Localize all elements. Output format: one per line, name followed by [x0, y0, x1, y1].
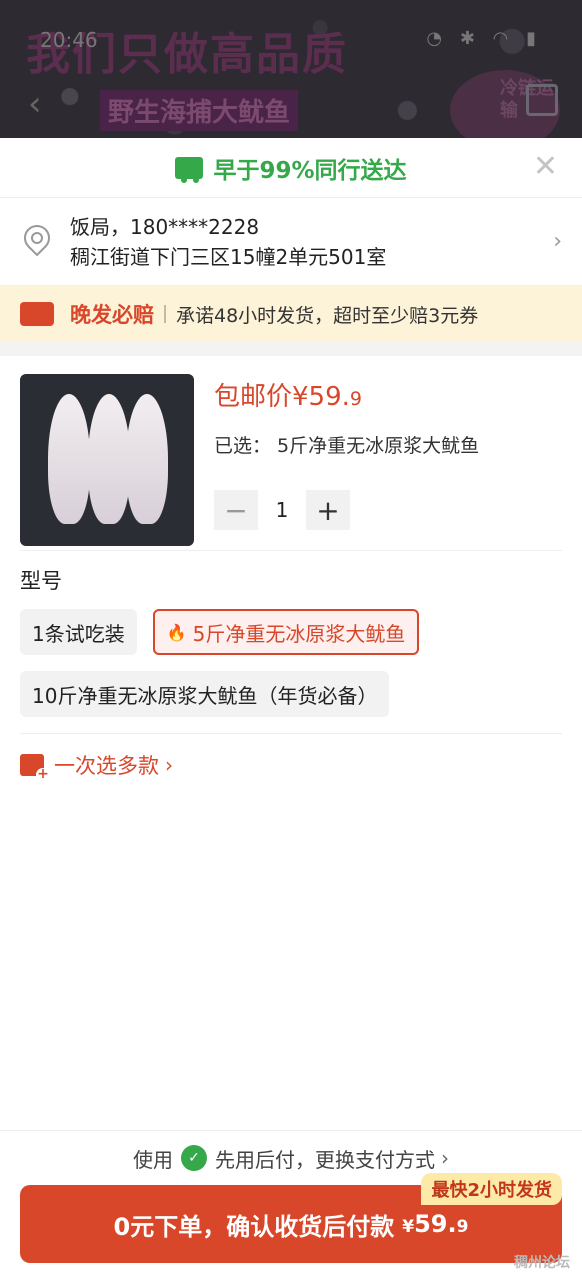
promise-divider — [164, 305, 166, 323]
increment-button[interactable]: + — [306, 490, 350, 530]
selected-spec: 已选： 5斤净重无冰原浆大鱿鱼 — [214, 435, 480, 457]
spec-option-10jin[interactable]: 10斤净重无冰原浆大鱿鱼（年货必备） — [20, 671, 390, 717]
cta-label: 0元下单，确认收货后付款 — [113, 1212, 395, 1241]
location-pin-icon — [20, 225, 50, 259]
forum-watermark: 稠州论坛 — [514, 1255, 570, 1271]
late-compensation-bar: 晚发必赔 承诺48小时发货，超时至少赔3元券 — [0, 286, 582, 342]
product-banner: 我们只做高品质 野生海捕大鱿鱼 20:46 ◔ ✱ ◠ ▮ ‹ 冷链运输 — [0, 0, 582, 138]
checkout-bar: 使用 ✓ 先用后付，更换支付方式 › 0元下单，确认收货后付款 ¥59.9 最快… — [0, 1130, 582, 1280]
cta-price: ¥59.9 — [402, 1210, 468, 1238]
share-icon[interactable] — [526, 84, 558, 116]
address-detail: 稠江街道下门三区15幢2单元501室 — [70, 244, 387, 269]
squid-image — [48, 394, 90, 524]
multi-select-label: 一次选多款 — [54, 754, 159, 778]
cta-yen: ¥ — [402, 1217, 415, 1237]
fast-shipping-tag: 最快2小时发货 — [421, 1173, 562, 1205]
cta-price-decimal: 9 — [456, 1217, 469, 1237]
spec-options: 1条试吃装 🔥 5斤净重无冰原浆大鱿鱼 10斤净重无冰原浆大鱿鱼（年货必备） — [0, 605, 582, 733]
spec-option-label: 5斤净重无冰原浆大鱿鱼 — [192, 621, 406, 646]
truck-icon — [175, 156, 204, 183]
spec-option-5jin[interactable]: 🔥 5斤净重无冰原浆大鱿鱼 — [152, 609, 420, 655]
status-icons: ◔ ✱ ◠ ▮ — [426, 28, 542, 49]
chevron-right-icon: › — [553, 229, 562, 254]
fire-icon: 🔥 — [166, 622, 187, 642]
section-gap — [0, 342, 582, 356]
payment-text: 先用后付，更换支付方式 — [215, 1147, 435, 1172]
address-row[interactable]: 饭局，180****2228 稠江街道下门三区15幢2单元501室 › — [0, 198, 582, 286]
quantity-value[interactable]: 1 — [258, 498, 306, 522]
squid-image — [126, 394, 168, 524]
chevron-right-icon: › — [165, 753, 173, 777]
sku-sheet: 早于99%同行送达 ✕ 饭局，180****2228 稠江街道下门三区15幢2单… — [0, 138, 582, 1280]
product-price: 包邮价¥59.9 — [214, 376, 562, 413]
multi-select-link[interactable]: 一次选多款 › — [0, 734, 582, 796]
product-thumbnail[interactable] — [20, 374, 194, 546]
delivery-text: 早于99%同行送达 — [213, 157, 407, 184]
status-time: 20:46 — [40, 28, 98, 52]
back-icon[interactable]: ‹ — [28, 84, 42, 124]
spec-title: 型号 — [20, 569, 62, 593]
pay-later-badge-icon: ✓ — [181, 1145, 207, 1171]
place-order-button[interactable]: 0元下单，确认收货后付款 ¥59.9 最快2小时发货 — [20, 1173, 562, 1263]
decrement-button[interactable]: − — [214, 490, 258, 530]
product-summary: 包邮价¥59.9 已选： 5斤净重无冰原浆大鱿鱼 − 1 + — [0, 356, 582, 550]
chevron-right-icon: › — [441, 1146, 449, 1170]
price-main: 包邮价¥59. — [214, 382, 350, 412]
fast-truck-icon — [20, 302, 54, 326]
bag-add-icon — [20, 754, 50, 782]
address-contact: 饭局，180****2228 — [70, 214, 260, 239]
close-icon[interactable]: ✕ — [533, 152, 558, 182]
spec-option-label: 1条试吃装 — [32, 621, 125, 646]
spec-option-label: 10斤净重无冰原浆大鱿鱼（年货必备） — [32, 683, 378, 708]
product-info: 包邮价¥59.9 已选： 5斤净重无冰原浆大鱿鱼 − 1 + — [214, 374, 562, 530]
cta-price-main: 59. — [414, 1210, 457, 1238]
spec-option-trial[interactable]: 1条试吃装 — [20, 609, 137, 655]
payment-prefix: 使用 — [133, 1147, 173, 1172]
banner-subline: 野生海捕大鱿鱼 — [100, 90, 299, 131]
price-decimal: 9 — [349, 388, 362, 410]
promise-text: 承诺48小时发货，超时至少赔3元券 — [176, 304, 479, 327]
squid-image — [88, 394, 130, 524]
delivery-header: 早于99%同行送达 ✕ — [0, 138, 582, 198]
quantity-stepper: − 1 + — [214, 490, 350, 530]
promise-title: 晚发必赔 — [70, 303, 154, 327]
address-lines: 饭局，180****2228 稠江街道下门三区15幢2单元501室 — [70, 212, 553, 272]
